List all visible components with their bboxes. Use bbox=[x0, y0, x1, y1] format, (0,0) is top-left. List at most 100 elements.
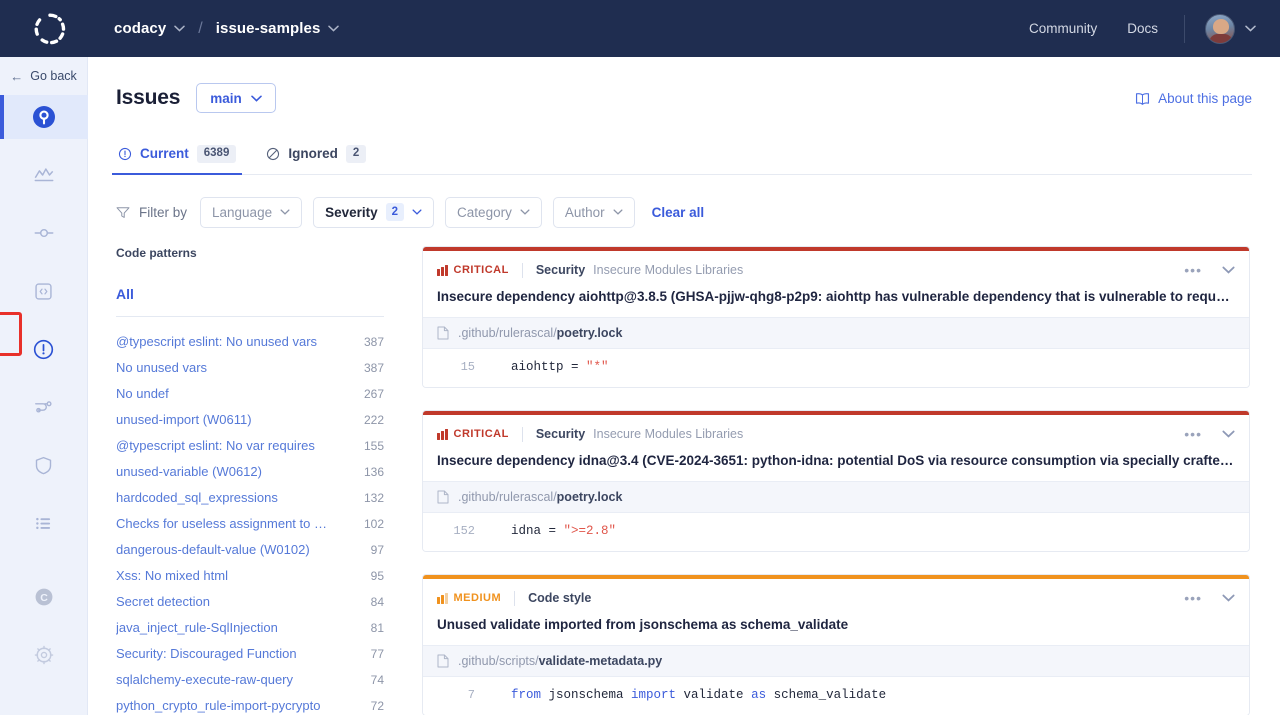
code-token: import bbox=[631, 688, 676, 702]
ellipsis-icon[interactable]: ••• bbox=[1184, 427, 1202, 441]
branch-selector[interactable]: main bbox=[196, 83, 276, 113]
tab-current[interactable]: Current 6389 bbox=[116, 139, 238, 174]
tab-ignored-label: Ignored bbox=[288, 146, 338, 161]
docs-link[interactable]: Docs bbox=[1127, 21, 1158, 36]
funnel-icon bbox=[116, 206, 130, 219]
about-this-page-link[interactable]: About this page bbox=[1135, 91, 1252, 106]
code-pattern-item[interactable]: @typescript eslint: No var requires155 bbox=[116, 433, 384, 459]
code-pattern-item[interactable]: No unused vars387 bbox=[116, 355, 384, 381]
issue-code-row: 15aiohttp = "*" bbox=[423, 349, 1249, 387]
code-line-number: 15 bbox=[437, 360, 475, 374]
sidebar-item-commits[interactable] bbox=[0, 211, 88, 255]
filter-by-label-group: Filter by bbox=[116, 205, 187, 220]
ellipsis-icon[interactable]: ••• bbox=[1184, 263, 1202, 277]
code-window-icon bbox=[33, 281, 54, 302]
branch-label: main bbox=[210, 91, 242, 106]
code-pattern-count: 102 bbox=[364, 517, 384, 531]
sidebar-item-logs[interactable] bbox=[0, 501, 88, 545]
sidebar-item-settings[interactable] bbox=[0, 633, 88, 677]
about-this-page-label: About this page bbox=[1158, 91, 1252, 106]
filter-by-label: Filter by bbox=[139, 205, 187, 220]
filter-severity[interactable]: Severity 2 bbox=[313, 197, 434, 228]
issues-tabs: Current 6389 Ignored 2 bbox=[116, 139, 1252, 175]
issue-card[interactable]: CRITICALSecurityInsecure Modules Librari… bbox=[422, 246, 1250, 388]
breadcrumb-repo[interactable]: issue-samples bbox=[216, 20, 340, 37]
filter-author[interactable]: Author bbox=[553, 197, 635, 228]
code-pattern-name: sqlalchemy-execute-raw-query bbox=[116, 672, 293, 687]
issue-list: CRITICALSecurityInsecure Modules Librari… bbox=[422, 246, 1252, 715]
meta-divider bbox=[514, 591, 515, 606]
issue-file-path: .github/rulerascal/poetry.lock bbox=[458, 326, 622, 340]
page-title: Issues bbox=[116, 86, 180, 110]
code-pattern-name: dangerous-default-value (W0102) bbox=[116, 542, 310, 557]
code-pattern-item[interactable]: Checks for useless assignment to a l…102 bbox=[116, 511, 384, 537]
code-pattern-item[interactable]: Xss: No mixed html95 bbox=[116, 563, 384, 589]
breadcrumb-org[interactable]: codacy bbox=[114, 20, 185, 37]
filter-language[interactable]: Language bbox=[200, 197, 302, 228]
code-pattern-name: Xss: No mixed html bbox=[116, 568, 228, 583]
code-line-number: 7 bbox=[437, 688, 475, 702]
code-pattern-item[interactable]: hardcoded_sql_expressions132 bbox=[116, 485, 384, 511]
code-pattern-item[interactable]: sqlalchemy-execute-raw-query74 bbox=[116, 667, 384, 693]
go-back-button[interactable]: ← Go back bbox=[0, 57, 87, 95]
codacy-logo-icon[interactable] bbox=[24, 12, 76, 46]
issue-file-name: validate-metadata.py bbox=[539, 654, 663, 668]
user-menu[interactable] bbox=[1205, 14, 1256, 44]
chevron-down-icon[interactable] bbox=[1222, 594, 1235, 602]
ellipsis-icon[interactable]: ••• bbox=[1184, 591, 1202, 605]
chevron-down-icon[interactable] bbox=[1222, 266, 1235, 274]
code-token: from bbox=[511, 688, 541, 702]
code-pattern-count: 136 bbox=[364, 465, 384, 479]
code-pattern-item[interactable]: Secret detection84 bbox=[116, 589, 384, 615]
code-token: "*" bbox=[586, 360, 609, 374]
severity-label: CRITICAL bbox=[454, 428, 509, 440]
issue-file-dir: .github/scripts/ bbox=[458, 654, 539, 668]
code-pattern-count: 155 bbox=[364, 439, 384, 453]
clear-all-button[interactable]: Clear all bbox=[652, 205, 705, 220]
breadcrumb: codacy / issue-samples bbox=[114, 20, 339, 38]
filter-severity-label: Severity bbox=[325, 205, 378, 220]
sidebar-item-dashboard[interactable] bbox=[0, 153, 88, 197]
chevron-down-icon bbox=[174, 25, 185, 32]
chevron-down-icon bbox=[328, 25, 339, 32]
community-link[interactable]: Community bbox=[1029, 21, 1097, 36]
code-pattern-item[interactable]: unused-import (W0611)222 bbox=[116, 407, 384, 433]
issue-file-path-row[interactable]: .github/scripts/validate-metadata.py bbox=[423, 645, 1249, 677]
code-pattern-item[interactable]: No undef267 bbox=[116, 381, 384, 407]
issue-actions: ••• bbox=[1184, 427, 1235, 441]
severity-bars-icon bbox=[437, 593, 448, 604]
sidebar-item-security[interactable] bbox=[0, 443, 88, 487]
code-pattern-name: python_crypto_rule-import-pycrypto bbox=[116, 698, 320, 713]
left-rail: ← Go back bbox=[0, 57, 88, 715]
code-pattern-item[interactable]: unused-variable (W0612)136 bbox=[116, 459, 384, 485]
chart-area-icon bbox=[33, 164, 55, 186]
issue-code-row: 7from jsonschema import validate as sche… bbox=[423, 677, 1249, 715]
content-split: Code patterns All @typescript eslint: No… bbox=[116, 246, 1252, 715]
alert-circle-icon bbox=[32, 338, 55, 361]
code-token: ">=2.8" bbox=[564, 524, 617, 538]
code-pattern-item[interactable]: java_inject_rule-SqlInjection81 bbox=[116, 615, 384, 641]
issue-file-path-row[interactable]: .github/rulerascal/poetry.lock bbox=[423, 481, 1249, 513]
tab-ignored-count: 2 bbox=[346, 145, 366, 163]
sidebar-item-duplication[interactable] bbox=[0, 385, 88, 429]
sidebar-item-issues[interactable] bbox=[0, 327, 88, 371]
severity-label: MEDIUM bbox=[454, 592, 502, 604]
code-pattern-item[interactable]: Security: Discouraged Function77 bbox=[116, 641, 384, 667]
arrow-left-icon: ← bbox=[10, 69, 23, 84]
code-pattern-count: 84 bbox=[371, 595, 384, 609]
filter-category-label: Category bbox=[457, 205, 512, 220]
issue-file-path-row[interactable]: .github/rulerascal/poetry.lock bbox=[423, 317, 1249, 349]
chevron-down-icon[interactable] bbox=[1222, 430, 1235, 438]
sidebar-item-pull-requests[interactable] bbox=[0, 269, 88, 313]
ban-icon bbox=[266, 147, 280, 161]
issue-card[interactable]: MEDIUMCode style•••Unused validate impor… bbox=[422, 574, 1250, 715]
code-pattern-all[interactable]: All bbox=[116, 286, 384, 302]
sidebar-item-overview[interactable] bbox=[0, 95, 88, 139]
issue-card[interactable]: CRITICALSecurityInsecure Modules Librari… bbox=[422, 410, 1250, 552]
filter-category[interactable]: Category bbox=[445, 197, 542, 228]
code-pattern-item[interactable]: python_crypto_rule-import-pycrypto72 bbox=[116, 693, 384, 715]
code-pattern-item[interactable]: dangerous-default-value (W0102)97 bbox=[116, 537, 384, 563]
tab-ignored[interactable]: Ignored 2 bbox=[264, 139, 368, 174]
sidebar-item-coverage[interactable]: C bbox=[0, 575, 88, 619]
code-pattern-item[interactable]: @typescript eslint: No unused vars387 bbox=[116, 329, 384, 355]
